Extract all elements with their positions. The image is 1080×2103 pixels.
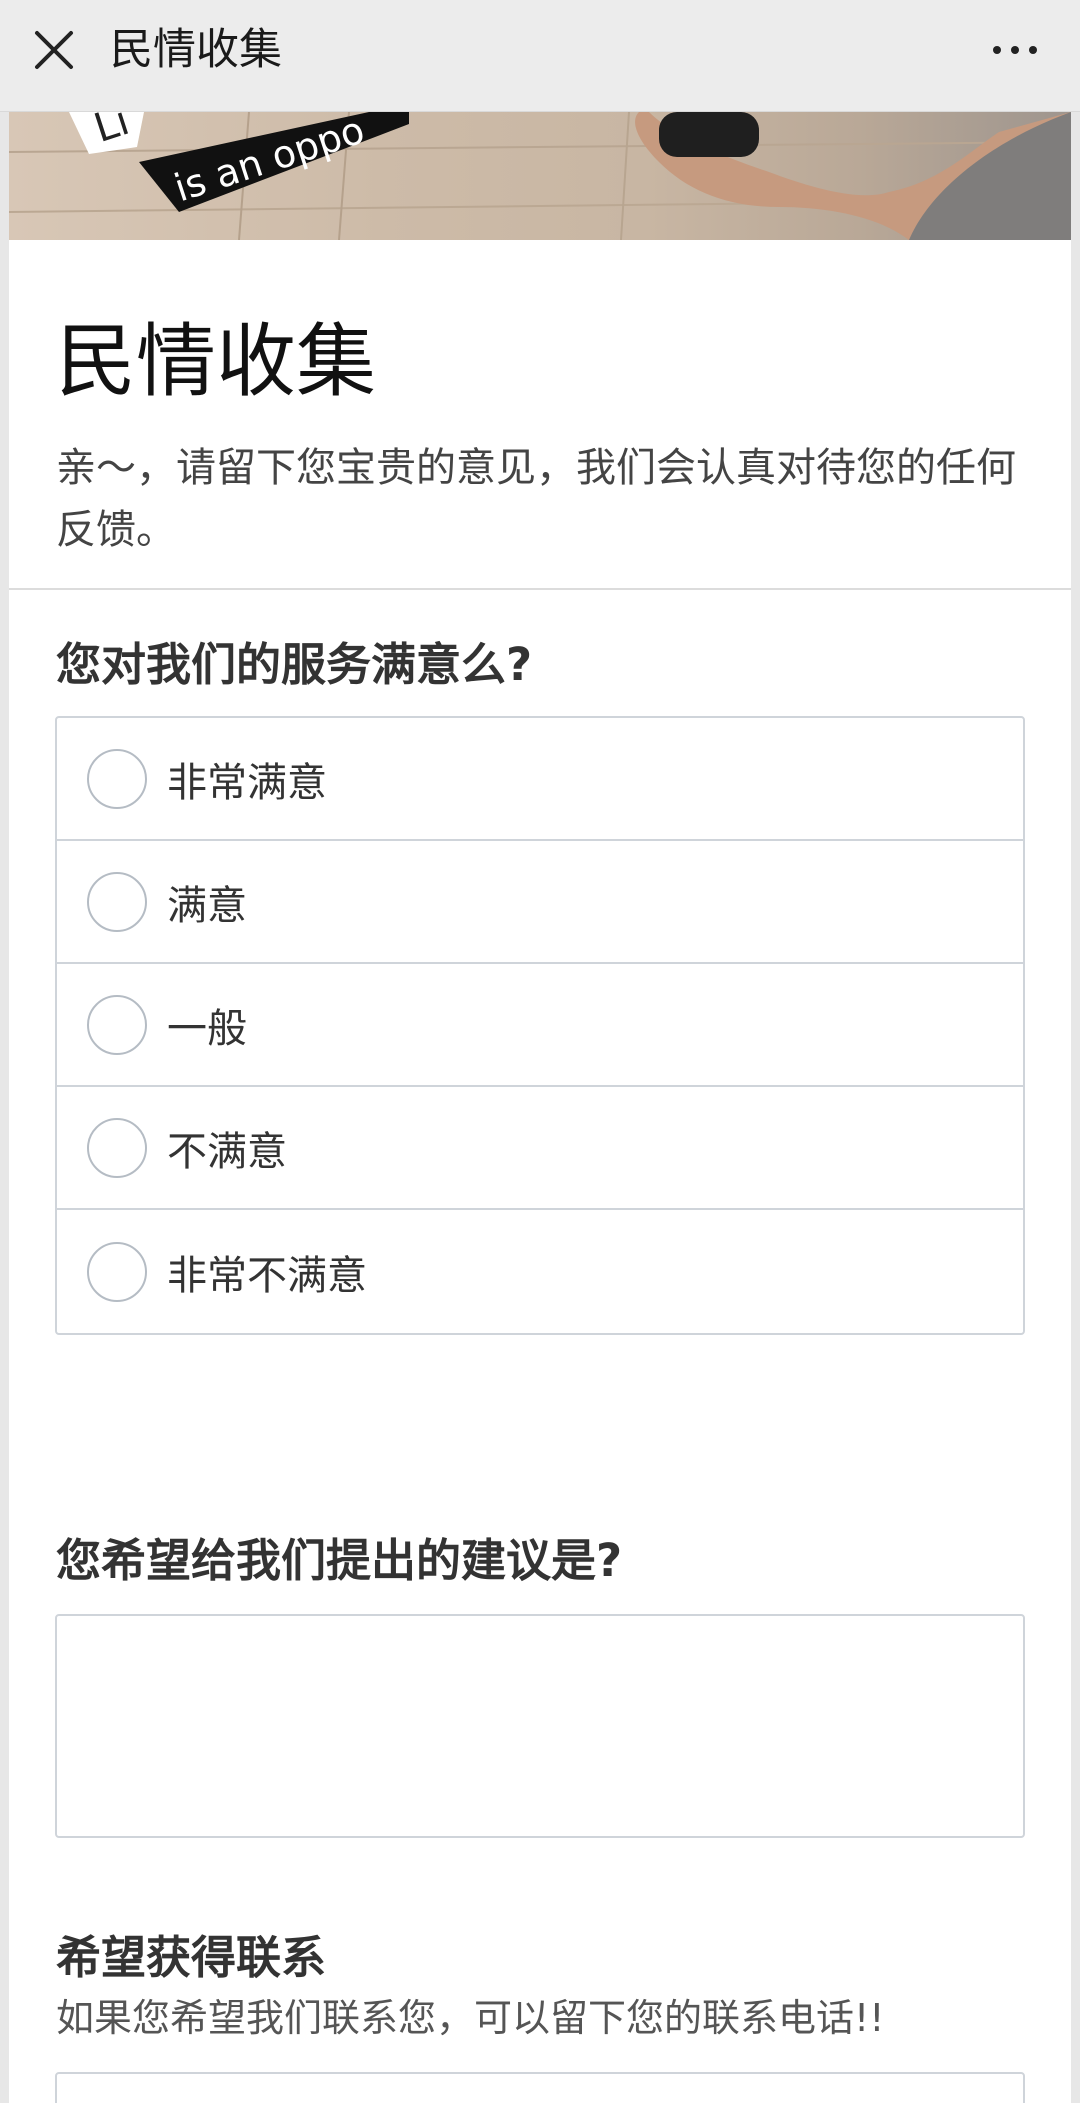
option-satisfied[interactable]: 满意 [57,841,1023,964]
radio-circle-icon[interactable] [87,994,147,1055]
left-gutter [0,112,9,2103]
more-button[interactable] [970,14,1060,86]
radio-circle-icon[interactable] [87,1117,147,1178]
option-label: 满意 [167,882,247,929]
contact-hint: 如果您希望我们联系您，可以留下您的联系电话!! [56,1996,885,2040]
nav-title: 民情收集 [110,25,282,75]
option-very-dissatisfied[interactable]: 非常不满意 [57,1210,1023,1333]
question-satisfaction-title: 您对我们的服务满意么? [56,638,533,691]
option-label: 不满意 [167,1128,287,1175]
radio-circle-icon[interactable] [87,871,147,932]
page: 民情收集 Li is an oppo 民情收集 亲～，请留下您宝贵的意见，我们会… [0,0,1080,2103]
question-contact-title: 希望获得联系 [56,1931,327,1984]
radio-circle-icon[interactable] [87,748,147,809]
option-dissatisfied[interactable]: 不满意 [57,1087,1023,1210]
form-title: 民情收集 [56,315,376,408]
radio-circle-icon[interactable] [87,1241,147,1302]
more-dot [1011,46,1019,54]
option-very-satisfied[interactable]: 非常满意 [57,718,1023,841]
close-icon [35,31,73,69]
close-button[interactable] [18,14,90,86]
header-banner-image: Li is an oppo [9,112,1071,240]
option-neutral[interactable]: 一般 [57,964,1023,1087]
option-label: 一般 [167,1005,247,1052]
phone-input[interactable] [55,2072,1025,2103]
more-dot [1029,46,1037,54]
more-dots-icon [993,46,1001,54]
right-gutter [1071,112,1080,2103]
top-nav-bar: 民情收集 [0,0,1080,112]
satisfaction-options: 非常满意 满意 一般 不满意 非常不满意 [55,716,1025,1335]
suggestion-textarea[interactable] [55,1614,1025,1838]
question-suggestion-title: 您希望给我们提出的建议是? [56,1534,623,1587]
option-label: 非常满意 [167,759,327,806]
form-content[interactable]: Li is an oppo 民情收集 亲～，请留下您宝贵的意见，我们会认真对待您… [9,112,1071,2103]
section-divider [9,588,1071,590]
form-description: 亲～，请留下您宝贵的意见，我们会认真对待您的任何反馈。 [56,445,1016,553]
option-label: 非常不满意 [167,1252,367,1299]
banner-illustration [9,112,1071,240]
